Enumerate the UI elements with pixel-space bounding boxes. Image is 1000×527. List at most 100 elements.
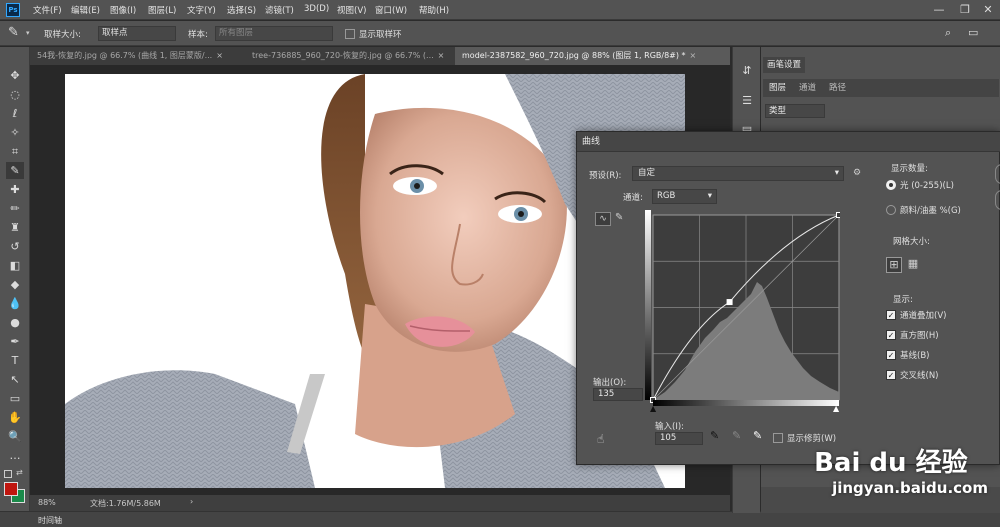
input-field[interactable]: 105 (655, 432, 703, 445)
close-icon[interactable]: × (216, 51, 223, 60)
curve-point-tool-icon[interactable]: ∿ (595, 212, 611, 226)
menu-select[interactable]: 选择(S) (227, 4, 256, 16)
zoom-level[interactable]: 88% (38, 498, 56, 507)
brush-tool-icon[interactable]: ✏ (6, 200, 24, 217)
close-icon[interactable]: × (438, 51, 445, 60)
type-tool-icon[interactable]: T (6, 352, 24, 369)
rectangle-tool-icon[interactable]: ▭ (6, 390, 24, 407)
tab-brush-settings[interactable]: 画笔设置 (763, 57, 806, 73)
preset-label: 预设(R): (589, 171, 622, 181)
menu-layer[interactable]: 图层(L) (148, 4, 176, 16)
intersection-checkbox[interactable]: ✓ (886, 370, 896, 380)
more-tools-icon[interactable]: … (6, 447, 24, 464)
pencil-icon[interactable]: ✎ (615, 212, 623, 223)
target-adjust-icon[interactable]: ☝ (597, 432, 604, 446)
channel-select[interactable]: RGB ▾ (652, 189, 717, 204)
curves-dialog: 曲线 预设(R): 自定 ▾ ⚙ 通道: RGB ▾ ∿ ✎ 输出(O): 13… (576, 131, 1000, 465)
curve-control-point[interactable] (726, 299, 733, 306)
menu-filter[interactable]: 滤镜(T) (265, 4, 294, 16)
white-point-slider[interactable]: ▲ (833, 404, 839, 413)
baseline-checkbox[interactable]: ✓ (886, 350, 896, 360)
dodge-tool-icon[interactable]: ● (6, 314, 24, 331)
cancel-button-edge[interactable] (995, 190, 1000, 210)
channel-label: 通道: (623, 193, 643, 203)
tab-paths[interactable]: 路径 (825, 80, 850, 96)
eraser-tool-icon[interactable]: ◧ (6, 257, 24, 274)
channel-overlays-checkbox[interactable]: ✓ (886, 310, 896, 320)
baseline-label: 基线(B) (900, 351, 930, 361)
black-eyedropper-icon[interactable]: ✎ (710, 429, 719, 442)
show-clipping-checkbox[interactable] (773, 433, 783, 443)
document-tabs: 54我-恢复的.jpg @ 66.7% (曲线 1, 图层蒙版/... × tre… (30, 47, 730, 65)
menu-view[interactable]: 视图(V) (337, 4, 366, 16)
grid-size-label: 网格大小: (893, 237, 930, 247)
document-size: 文档:1.76M/5.86M (90, 499, 161, 508)
crop-tool-icon[interactable]: ⌗ (6, 143, 24, 160)
sample-select[interactable]: 所有图层 (215, 26, 333, 41)
menu-bar: Ps 文件(F) 编辑(E) 图像(I) 图层(L) 文字(Y) 选择(S) 滤… (0, 0, 1000, 20)
eyedropper-tool-icon[interactable]: ✎ (6, 162, 24, 179)
menu-help[interactable]: 帮助(H) (419, 4, 449, 16)
quick-select-tool-icon[interactable]: ✧ (6, 124, 24, 141)
menu-edit[interactable]: 编辑(E) (71, 4, 100, 16)
gray-eyedropper-icon[interactable]: ✎ (732, 429, 741, 442)
simple-grid-icon[interactable]: ⊞ (886, 257, 902, 273)
menu-window[interactable]: 窗口(W) (375, 4, 407, 16)
watermark-brand: Bai du 经验 (814, 448, 968, 478)
paint-bucket-tool-icon[interactable]: ◆ (6, 276, 24, 293)
preset-select[interactable]: 自定 ▾ (632, 166, 844, 181)
history-brush-tool-icon[interactable]: ↺ (6, 238, 24, 255)
menu-image[interactable]: 图像(I) (110, 4, 136, 16)
path-select-tool-icon[interactable]: ↖ (6, 371, 24, 388)
sample-size-select[interactable]: 取样点 (98, 26, 176, 41)
light-radio[interactable] (886, 180, 896, 190)
tab-layers[interactable]: 图层 (765, 80, 790, 96)
hand-tool-icon[interactable]: ✋ (6, 409, 24, 426)
eyedropper-icon[interactable]: ✎ (8, 25, 19, 40)
blur-tool-icon[interactable]: 💧 (6, 295, 24, 312)
ok-button-edge[interactable] (995, 164, 1000, 184)
curve-graph[interactable] (645, 210, 840, 408)
tab-document-3[interactable]: model-2387582_960_720.jpg @ 88% (图层 1, R… (455, 47, 730, 65)
white-eyedropper-icon[interactable]: ✎ (753, 429, 762, 442)
menu-type[interactable]: 文字(Y) (187, 4, 216, 16)
layer-kind-filter[interactable]: 类型 (765, 104, 825, 118)
tab-document-2[interactable]: tree-736885_960_720-恢复的.jpg @ 66.7% (...… (245, 47, 455, 65)
output-field[interactable]: 135 (593, 388, 643, 401)
curve-control-point[interactable] (836, 212, 841, 218)
marquee-tool-icon[interactable]: ◌ (6, 86, 24, 103)
pigment-radio[interactable] (886, 205, 896, 215)
history-panel-icon[interactable]: ⇵ (738, 62, 756, 80)
tab-channels[interactable]: 通道 (795, 80, 820, 96)
clone-stamp-tool-icon[interactable]: ♜ (6, 219, 24, 236)
foreground-color-swatch[interactable] (4, 482, 18, 496)
close-icon[interactable]: × (690, 51, 697, 60)
detailed-grid-icon[interactable]: ▦ (905, 257, 921, 273)
sample-size-label: 取样大小: (44, 30, 81, 40)
minimize-button[interactable]: — (926, 2, 952, 18)
adjustments-panel-icon[interactable]: ☰ (738, 92, 756, 110)
chevron-down-icon: ▾ (834, 168, 839, 178)
search-icon[interactable]: ⌕ (945, 26, 951, 40)
show-ring-checkbox[interactable] (345, 29, 355, 39)
menu-file[interactable]: 文件(F) (33, 4, 62, 16)
swap-colors-icon[interactable]: ⇄ (16, 468, 23, 477)
status-menu-arrow[interactable]: › (190, 497, 193, 506)
healing-brush-tool-icon[interactable]: ✚ (6, 181, 24, 198)
black-point-slider[interactable]: ▲ (650, 404, 656, 413)
histogram-checkbox[interactable]: ✓ (886, 330, 896, 340)
pen-tool-icon[interactable]: ✒ (6, 333, 24, 350)
show-amount-title: 显示数量: (891, 164, 928, 174)
tab-document-1[interactable]: 54我-恢复的.jpg @ 66.7% (曲线 1, 图层蒙版/... × (30, 47, 245, 65)
menu-3d[interactable]: 3D(D) (304, 4, 329, 14)
workspace-icon[interactable]: ▭ (968, 26, 978, 39)
curve-line[interactable] (652, 214, 840, 401)
default-colors-icon[interactable] (4, 470, 12, 478)
zoom-tool-icon[interactable]: 🔍 (6, 428, 24, 445)
timeline-tab[interactable]: 时间轴 (38, 515, 62, 526)
chevron-down-icon[interactable]: ▾ (26, 29, 30, 37)
move-tool-icon[interactable]: ✥ (6, 67, 24, 84)
close-window-button[interactable]: ✕ (975, 2, 1000, 18)
preset-options-icon[interactable]: ⚙ (853, 168, 861, 178)
lasso-tool-icon[interactable]: ℓ (6, 105, 24, 122)
